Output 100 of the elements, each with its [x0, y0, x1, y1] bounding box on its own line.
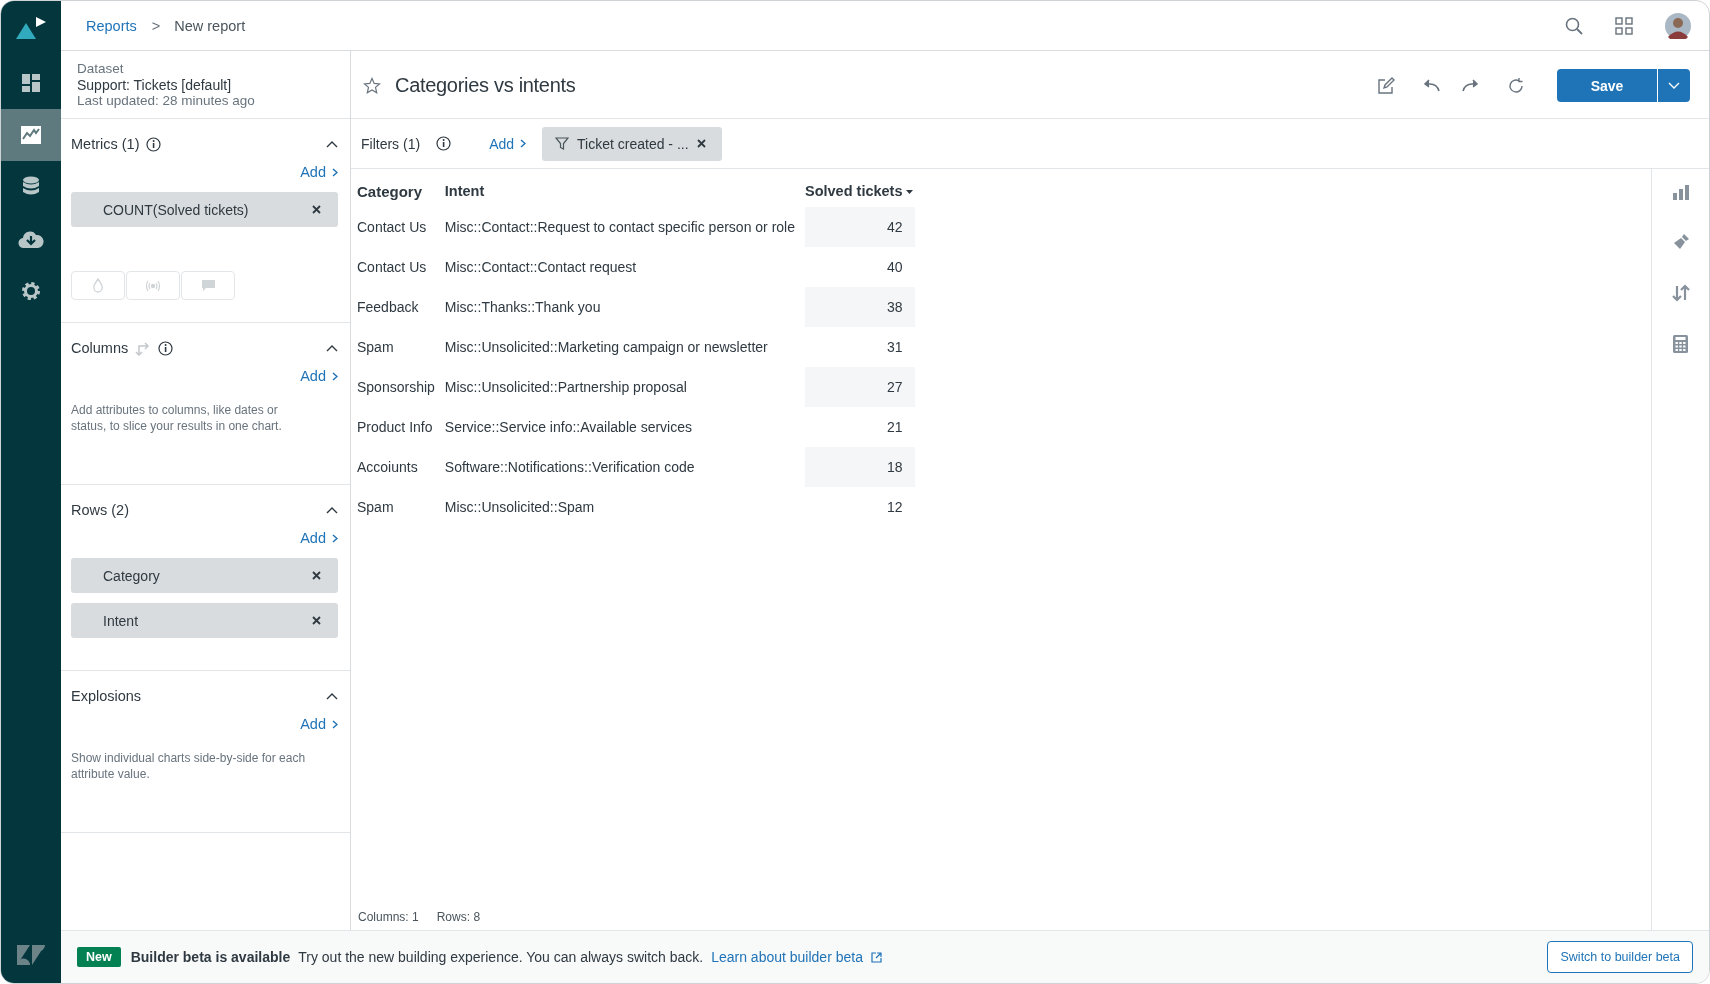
- refresh-icon[interactable]: [1507, 76, 1525, 95]
- table-cell: Spam: [357, 487, 445, 527]
- table-cell: 27: [805, 367, 915, 407]
- breadcrumb-link[interactable]: Reports: [86, 17, 137, 34]
- logo-icon: [17, 945, 45, 965]
- collapse-caret-icon[interactable]: [326, 692, 338, 700]
- section-title: Explosions: [71, 688, 142, 704]
- dataset-name[interactable]: Support: Tickets [default]: [77, 77, 334, 93]
- attribute-pill[interactable]: COUNT(Solved tickets): [71, 192, 338, 227]
- dashboard-icon: [21, 73, 41, 93]
- summary-text: Rows: 8: [436, 910, 481, 924]
- broadcast-icon: [145, 279, 161, 292]
- section-header[interactable]: Explosions: [71, 686, 338, 706]
- undo-icon[interactable]: [1423, 78, 1441, 93]
- calculator-icon[interactable]: [1673, 335, 1688, 353]
- dataset-label: Dataset: [77, 61, 125, 77]
- table-cell: Spam: [357, 327, 445, 367]
- add-link[interactable]: Add: [300, 164, 326, 180]
- remove-icon[interactable]: [312, 616, 321, 625]
- attribute-pill[interactable]: Category: [71, 558, 338, 593]
- table-cell: 40: [805, 247, 915, 287]
- table-cell: Feedback: [357, 287, 445, 327]
- last-updated-text: Last updated: 28 minutes ago: [77, 93, 256, 109]
- summary-text: Columns: 1: [358, 910, 419, 924]
- info-icon[interactable]: [158, 340, 174, 356]
- save-options-button[interactable]: [1657, 69, 1690, 102]
- star-icon[interactable]: [363, 76, 381, 95]
- column-header[interactable]: Solved tickets: [805, 171, 915, 207]
- logo-icon[interactable]: [14, 15, 48, 41]
- sort-caret-icon: [905, 190, 913, 195]
- collapse-caret-icon[interactable]: [326, 344, 338, 352]
- comment-icon: [200, 279, 216, 292]
- table-cell: 21: [805, 407, 915, 447]
- switch-to-beta-button[interactable]: Switch to builder beta: [1547, 941, 1693, 973]
- table-cell: Misc::Unsolicited::Marketing campaign or newsletter: [444, 327, 805, 367]
- learn-more-link[interactable]: Learn about builder beta: [711, 949, 863, 965]
- section-header[interactable]: Rows (2): [71, 500, 338, 520]
- remove-icon[interactable]: [312, 205, 321, 214]
- chevron-icon[interactable]: [332, 533, 338, 543]
- collapse-caret-icon[interactable]: [326, 506, 338, 514]
- breadcrumb-current: New report: [174, 17, 246, 34]
- nav-item[interactable]: [1, 109, 61, 161]
- add-link[interactable]: Add: [300, 368, 326, 384]
- save-button[interactable]: Save: [1557, 69, 1657, 102]
- settings-icon: [21, 281, 41, 301]
- edit-icon[interactable]: [1377, 76, 1395, 95]
- table-cell: 42: [805, 207, 915, 247]
- bar-chart-icon[interactable]: [1671, 184, 1690, 200]
- table-cell: Sponsorship: [357, 367, 445, 407]
- filter-pill[interactable]: Ticket created - ...: [542, 126, 722, 161]
- breadcrumb-separator: >: [151, 17, 161, 34]
- redo-icon[interactable]: [1461, 78, 1479, 93]
- table-cell: Misc::Contact::Contact request: [444, 247, 805, 287]
- section-title: Rows (2): [71, 502, 129, 518]
- table-cell: 31: [805, 327, 915, 367]
- line-chart-icon: [21, 126, 41, 144]
- apps-grid-icon[interactable]: [1615, 16, 1633, 35]
- external-link-icon[interactable]: [870, 951, 882, 963]
- info-icon[interactable]: [146, 136, 162, 152]
- attribute-pill[interactable]: Intent: [71, 603, 338, 638]
- new-badge: New: [77, 947, 121, 967]
- collapse-caret-icon[interactable]: [326, 140, 338, 148]
- table-cell: Contact Us: [357, 207, 445, 247]
- info-icon[interactable]: [436, 136, 452, 151]
- section-header[interactable]: Columns: [71, 338, 338, 358]
- table-cell: 12: [805, 487, 915, 527]
- add-link[interactable]: Add: [300, 716, 326, 732]
- section-hint: Show individual charts side-by-side for each attribute value.: [71, 750, 307, 782]
- chevron-icon[interactable]: [520, 139, 527, 148]
- column-header[interactable]: Intent: [444, 171, 805, 207]
- table-cell: Product Info: [357, 407, 445, 447]
- add-link[interactable]: Add: [489, 135, 515, 152]
- search-icon[interactable]: [1565, 16, 1583, 35]
- banner-text: Try out the new building experience. You can always switch back.: [298, 949, 704, 965]
- section-header[interactable]: Metrics (1): [71, 134, 338, 154]
- add-link[interactable]: Add: [300, 530, 326, 546]
- chevron-icon[interactable]: [332, 167, 338, 177]
- table-cell: 38: [805, 287, 915, 327]
- chevron-icon[interactable]: [332, 719, 338, 729]
- table-cell: Misc::Contact::Request to contact specific person or role: [444, 207, 805, 247]
- banner-title: Builder beta is available: [130, 949, 291, 965]
- table-cell: Misc::Unsolicited::Spam: [444, 487, 805, 527]
- chevron-icon[interactable]: [332, 371, 338, 381]
- table-cell: 18: [805, 447, 915, 487]
- remove-icon[interactable]: [696, 139, 706, 148]
- avatar[interactable]: [1665, 12, 1691, 39]
- sort-arrows-icon[interactable]: [1671, 284, 1690, 302]
- cloud-download-icon: [18, 229, 44, 249]
- section-title: Metrics (1): [71, 136, 140, 152]
- section-hint: Add attributes to columns, like dates or status, to slice your results in one chart.: [71, 402, 283, 434]
- section-title: Columns: [71, 340, 129, 356]
- table-cell: Misc::Thanks::Thank you: [444, 287, 805, 327]
- table-cell: Accoiunts: [357, 447, 445, 487]
- column-header[interactable]: Category: [357, 171, 445, 207]
- filters-label: Filters (1): [361, 135, 421, 152]
- caret-icon: [1668, 82, 1680, 89]
- drop-icon: [92, 278, 104, 293]
- table-cell: Service::Service info::Available services: [444, 407, 805, 447]
- remove-icon[interactable]: [312, 571, 321, 580]
- report-title[interactable]: Categories vs intents: [395, 74, 576, 97]
